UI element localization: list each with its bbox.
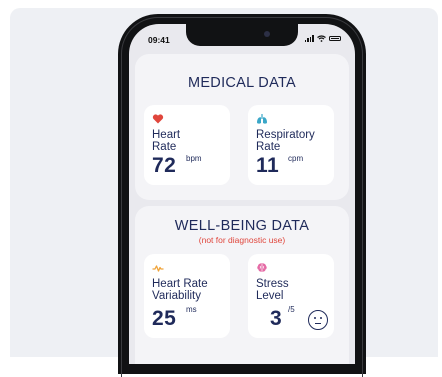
stress-level-tile[interactable]: Stress Level 3 /5 xyxy=(248,254,334,338)
heart-rate-label: Heart Rate xyxy=(152,129,181,153)
phone-screen: 09:41 MEDICAL DATA Heart Rate 72 bpm Res… xyxy=(129,24,355,364)
brain-icon xyxy=(257,263,267,272)
lungs-icon xyxy=(257,114,267,124)
phone-notch xyxy=(186,24,298,46)
battery-icon xyxy=(329,35,341,42)
heart-icon xyxy=(152,114,164,124)
medical-data-card: MEDICAL DATA Heart Rate 72 bpm Respirato… xyxy=(135,54,349,200)
medical-data-title: MEDICAL DATA xyxy=(187,75,297,91)
hrv-tile[interactable]: Heart Rate Variability 25 ms xyxy=(144,254,230,338)
wifi-icon xyxy=(317,35,326,42)
wellbeing-disclaimer: (not for diagnostic use) xyxy=(198,235,286,245)
camera-icon xyxy=(264,31,270,37)
respiratory-rate-value: 11 xyxy=(256,154,280,177)
stress-level-label: Stress Level xyxy=(256,278,289,302)
hrv-unit: ms xyxy=(186,305,197,314)
respiratory-rate-tile[interactable]: Respiratory Rate 11 cpm xyxy=(248,105,334,185)
hrv-value: 25 xyxy=(152,307,177,330)
wellbeing-data-card: WELL-BEING DATA (not for diagnostic use)… xyxy=(135,206,349,364)
heart-rate-tile[interactable]: Heart Rate 72 bpm xyxy=(144,105,230,185)
wellbeing-data-title: WELL-BEING DATA xyxy=(174,218,310,234)
neutral-face-icon xyxy=(308,310,328,330)
heart-rate-value: 72 xyxy=(152,154,177,177)
hrv-label: Heart Rate Variability xyxy=(152,278,208,302)
respiratory-rate-label: Respiratory Rate xyxy=(256,129,315,153)
respiratory-rate-unit: cpm xyxy=(288,154,304,163)
signal-icon xyxy=(304,35,314,42)
status-time: 09:41 xyxy=(148,35,170,45)
stress-level-value: 3 xyxy=(270,307,283,330)
stress-level-scale: /5 xyxy=(288,305,295,314)
heart-rate-unit: bpm xyxy=(186,154,202,163)
pulse-wave-icon xyxy=(152,265,164,272)
status-icons xyxy=(304,35,341,42)
